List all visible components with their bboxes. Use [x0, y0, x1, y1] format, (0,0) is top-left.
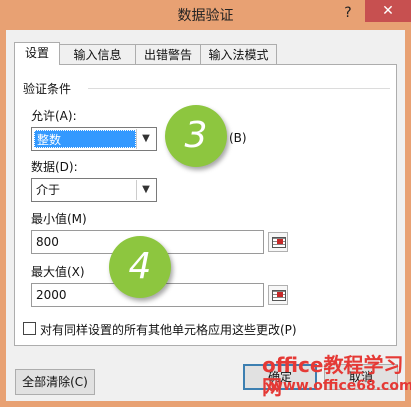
validation-criteria-label: 验证条件 — [23, 82, 72, 96]
callout-4: 4 — [109, 236, 171, 298]
range-select-icon[interactable] — [268, 285, 288, 305]
allow-selected-value: 整数 — [34, 130, 136, 148]
tab-settings[interactable]: 设置 — [14, 42, 60, 65]
chevron-down-icon[interactable]: ▼ — [136, 180, 155, 200]
close-button[interactable]: ✕ — [365, 0, 411, 22]
data-label: 数据(D): — [31, 160, 78, 174]
ignore-blank-label[interactable]: (B) — [229, 131, 247, 145]
group-separator — [88, 88, 390, 89]
apply-all-checkbox[interactable] — [23, 322, 36, 335]
allow-label: 允许(A): — [31, 109, 77, 123]
tab-error-alert[interactable]: 出错警告 — [135, 44, 201, 64]
max-label: 最大值(X) — [31, 265, 85, 279]
range-select-icon[interactable] — [268, 232, 288, 252]
apply-all-label[interactable]: 对有同样设置的所有其他单元格应用这些更改(P) — [40, 321, 297, 338]
callout-3: 3 — [165, 105, 227, 167]
title-bar: 数据验证 ? ✕ — [0, 0, 411, 30]
chevron-down-icon[interactable]: ▼ — [136, 129, 155, 149]
data-selected-value: 介于 — [36, 183, 61, 197]
watermark-url: www.office68.com — [270, 378, 411, 394]
min-label: 最小值(M) — [31, 212, 87, 226]
clear-all-button[interactable]: 全部清除(C) — [15, 369, 95, 395]
data-dropdown[interactable]: 介于 ▼ — [31, 178, 157, 202]
tab-ime-mode[interactable]: 输入法模式 — [200, 44, 277, 64]
allow-dropdown[interactable]: 整数 ▼ — [31, 127, 157, 151]
tab-input-message[interactable]: 输入信息 — [59, 44, 136, 64]
help-button[interactable]: ? — [333, 0, 363, 26]
